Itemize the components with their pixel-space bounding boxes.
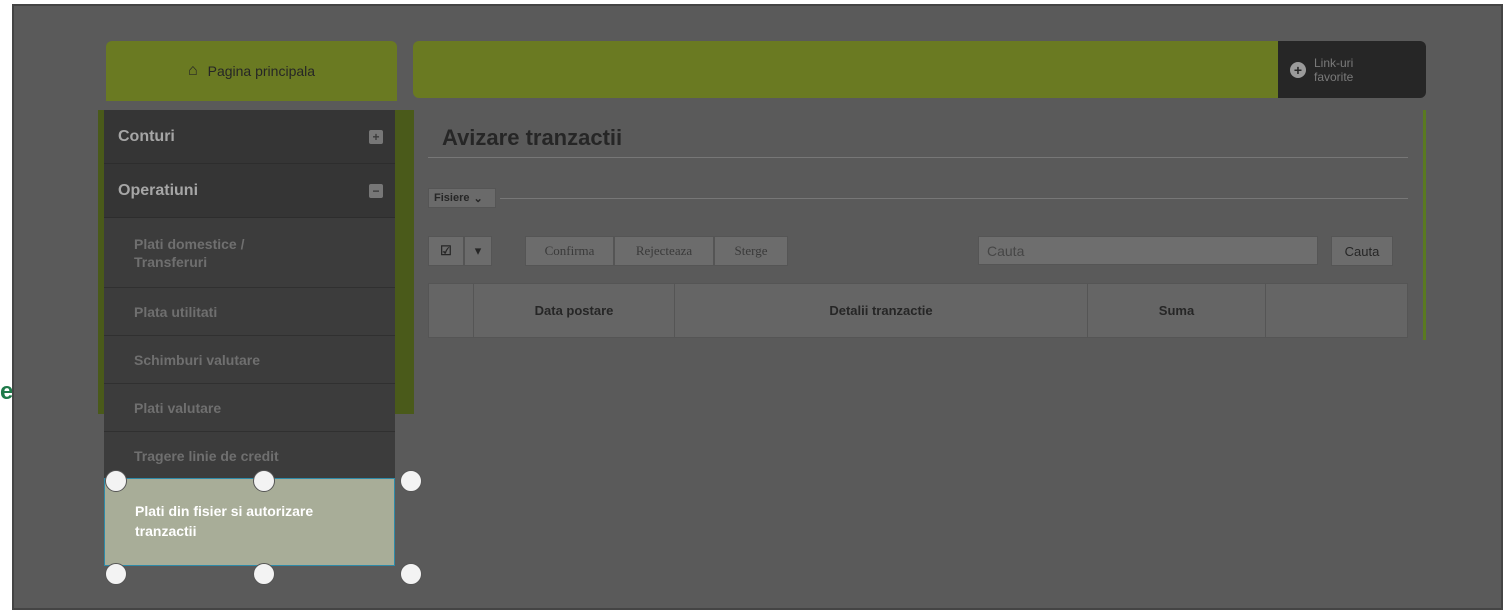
title-divider <box>428 157 1408 158</box>
favorites-link[interactable]: + Link-uri favorite <box>1278 41 1426 98</box>
sidebar-item-label: Schimburi valutare <box>134 351 261 368</box>
delete-label: Sterge <box>734 243 768 258</box>
sidebar-item-label: Plati domestice / Transferuri <box>134 235 245 270</box>
section-label: Conturi <box>118 127 175 145</box>
home-icon: ⌂ <box>187 62 198 79</box>
sidebar-item-schimburi-valutare[interactable]: Schimburi valutare <box>104 336 395 384</box>
expand-icon[interactable]: + <box>369 129 383 144</box>
resize-handle-bottom-left[interactable] <box>105 563 127 585</box>
section-label: Operatiuni <box>118 181 199 199</box>
transactions-table-header: Data postare Detalii tranzactie Suma <box>428 283 1408 338</box>
column-header-detalii[interactable]: Detalii tranzactie <box>675 284 1088 337</box>
chevron-down-icon: ⌄ <box>473 192 483 205</box>
collapse-icon[interactable]: − <box>369 183 383 198</box>
sidebar-item-label: Tragere linie de credit <box>134 447 279 464</box>
files-dropdown-button[interactable]: Fisiere ⌄ <box>428 188 496 208</box>
column-header-suma[interactable]: Suma <box>1088 284 1266 337</box>
resize-handle-top-left[interactable] <box>105 470 127 492</box>
favorites-label: Link-uri favorite <box>1314 55 1354 84</box>
delete-button[interactable]: Sterge <box>714 236 788 266</box>
sidebar-section-conturi[interactable]: Conturi + <box>104 110 395 164</box>
sidebar-item-plati-valutare[interactable]: Plati valutare <box>104 384 395 432</box>
home-link[interactable]: ⌂ Pagina principala <box>106 41 397 101</box>
content-border <box>1423 110 1426 340</box>
files-divider <box>500 198 1408 199</box>
column-header-select[interactable] <box>429 284 474 337</box>
home-label: Pagina principala <box>207 63 316 79</box>
confirm-label: Confirma <box>544 243 595 258</box>
search-label: Cauta <box>1344 243 1380 259</box>
sidebar-item-label: Plati din fisier si autorizare tranzacti… <box>135 503 314 539</box>
sidebar-item-label: Plati valutare <box>134 399 222 416</box>
sidebar-item-plata-utilitati[interactable]: Plata utilitati <box>104 288 395 336</box>
resize-handle-top-center[interactable] <box>253 470 275 492</box>
resize-handle-bottom-center[interactable] <box>253 563 275 585</box>
search-input[interactable] <box>978 236 1318 265</box>
confirm-button[interactable]: Confirma <box>525 236 614 266</box>
column-header-actions <box>1266 284 1407 337</box>
files-label: Fisiere <box>434 192 470 204</box>
top-bar <box>413 41 1279 98</box>
search-button[interactable]: Cauta <box>1331 236 1393 266</box>
sidebar-section-operatiuni[interactable]: Operatiuni − <box>104 164 395 218</box>
sidebar-item-plati-din-fisier[interactable]: Plati din fisier si autorizare tranzacti… <box>104 478 395 566</box>
resize-handle-bottom-right[interactable] <box>400 563 422 585</box>
sidebar-item-plati-domestice[interactable]: Plati domestice / Transferuri <box>104 218 395 288</box>
sidebar-menu: Conturi + Operatiuni − Plati domestice /… <box>104 110 395 480</box>
select-all-button[interactable]: ☑ <box>428 236 464 266</box>
caret-down-icon: ▾ <box>474 243 482 258</box>
plus-circle-icon: + <box>1290 61 1306 78</box>
resize-handle-top-right[interactable] <box>400 470 422 492</box>
sidebar-item-tragere-linie-credit[interactable]: Tragere linie de credit <box>104 432 395 480</box>
column-header-data-postare[interactable]: Data postare <box>474 284 675 337</box>
select-dropdown-button[interactable]: ▾ <box>464 236 492 266</box>
page-title: Avizare tranzactii <box>442 125 623 150</box>
sidebar-item-label: Plata utilitati <box>134 303 218 320</box>
reject-label: Rejecteaza <box>635 243 693 258</box>
check-square-icon: ☑ <box>440 243 452 258</box>
reject-button[interactable]: Rejecteaza <box>614 236 714 266</box>
